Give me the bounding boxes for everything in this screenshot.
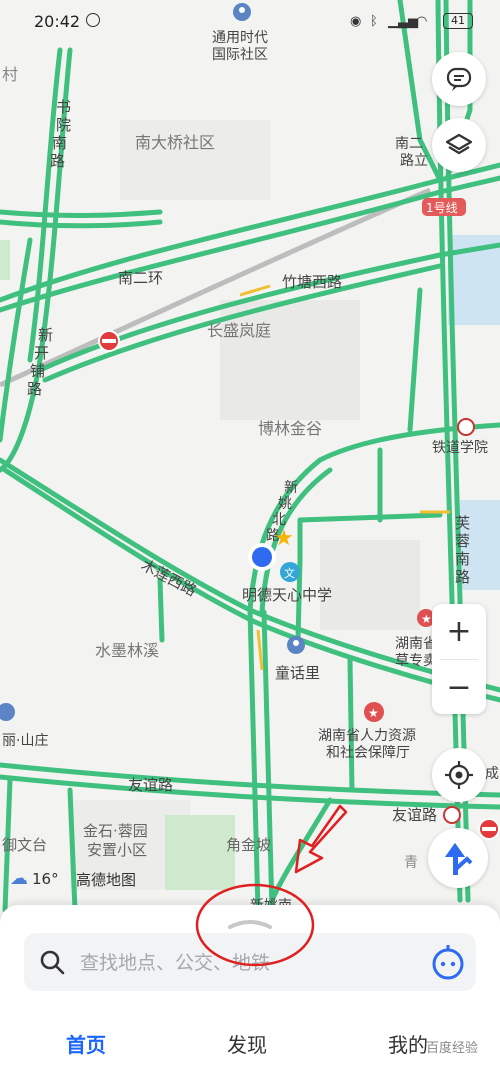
- zoom-in-button[interactable]: +: [432, 604, 486, 659]
- map-label: 成: [485, 766, 499, 782]
- zoom-control: + −: [432, 604, 486, 714]
- map-label: 村: [2, 65, 18, 84]
- school-icon: 文: [280, 562, 300, 582]
- current-location-marker: [248, 543, 276, 571]
- map-label: 明德天心中学: [242, 586, 332, 604]
- svg-text:文: 文: [284, 566, 295, 580]
- locate-me-button[interactable]: [432, 748, 486, 802]
- cloud-icon: ☁: [10, 868, 28, 889]
- tab-mine[interactable]: 我的: [388, 1029, 428, 1058]
- poi-pin-icon: ★: [364, 702, 384, 722]
- tab-home[interactable]: 首页: [66, 1029, 106, 1058]
- map-label: 青: [404, 855, 418, 871]
- search-input[interactable]: [78, 943, 412, 983]
- tab-discover[interactable]: 发现: [227, 1029, 267, 1058]
- map-label: 童话里: [275, 664, 320, 682]
- map-label: 友谊路: [128, 776, 173, 794]
- map-label: 南二环: [118, 269, 163, 287]
- svg-text:★: ★: [274, 526, 294, 551]
- locate-icon: [445, 761, 473, 789]
- map-label: 芙蓉南路: [455, 514, 470, 586]
- layers-icon: [445, 133, 473, 155]
- map-label: 湖南省草专卖: [395, 636, 437, 669]
- search-bar[interactable]: [24, 933, 476, 991]
- route-button[interactable]: [428, 828, 488, 888]
- zoom-out-button[interactable]: −: [432, 660, 486, 715]
- message-icon: [446, 67, 472, 91]
- map-label: 铁道学院: [432, 440, 488, 456]
- bottom-sheet[interactable]: 首页 发现 我的 百度经验: [0, 905, 500, 1084]
- map-label: 友谊路: [392, 806, 437, 824]
- svg-text:★: ★: [368, 706, 379, 720]
- no-entry-icon: [478, 818, 500, 840]
- svg-text:1号线: 1号线: [426, 201, 458, 215]
- hotspot-icon: ◉: [350, 14, 362, 29]
- weather-widget[interactable]: ☁ 16°: [10, 868, 59, 889]
- watermark: 百度经验: [425, 1041, 478, 1056]
- voice-assistant-icon[interactable]: [428, 942, 468, 982]
- weather-temp: 16°: [32, 869, 59, 888]
- status-bar: 20:42 ◉ ᛒ ▁▃▅ ◠ 41: [0, 0, 500, 44]
- sheet-handle-icon[interactable]: [226, 917, 274, 929]
- route-arrow-icon: [445, 843, 473, 875]
- map-label: 长盛岚庭: [207, 321, 271, 340]
- map-label: 丽·山庄: [2, 732, 48, 749]
- map-label: 南大桥社区: [135, 133, 215, 152]
- search-icon: [40, 950, 65, 975]
- battery-icon: 41: [443, 13, 473, 29]
- metro-icon: [443, 806, 461, 824]
- brand-logo: 高德地图: [76, 871, 137, 889]
- metro-icon: [457, 418, 475, 436]
- map-label: 角金坡: [226, 836, 271, 854]
- signal-icon: ▁▃▅: [388, 14, 418, 29]
- map-label: 竹塘西路: [282, 273, 342, 291]
- status-time: 20:42: [34, 12, 81, 31]
- layers-button[interactable]: [432, 118, 486, 172]
- map-label: 湖南省人力资源和社会保障厅: [318, 728, 416, 761]
- bluetooth-icon: ᛒ: [370, 14, 378, 29]
- favorite-star-icon: ★: [274, 526, 294, 551]
- map-label: 御文台: [2, 836, 47, 854]
- svg-text:★: ★: [421, 612, 432, 626]
- wifi-icon: ◠: [416, 14, 428, 29]
- alarm-icon: [86, 13, 100, 27]
- poi-pin-icon: [287, 636, 305, 654]
- map-label: 博林金谷: [258, 419, 322, 438]
- no-entry-icon: [98, 330, 120, 352]
- map-label: 水墨林溪: [95, 641, 159, 660]
- message-button[interactable]: [432, 52, 486, 106]
- map-label: 金石·蓉园安置小区: [83, 822, 148, 859]
